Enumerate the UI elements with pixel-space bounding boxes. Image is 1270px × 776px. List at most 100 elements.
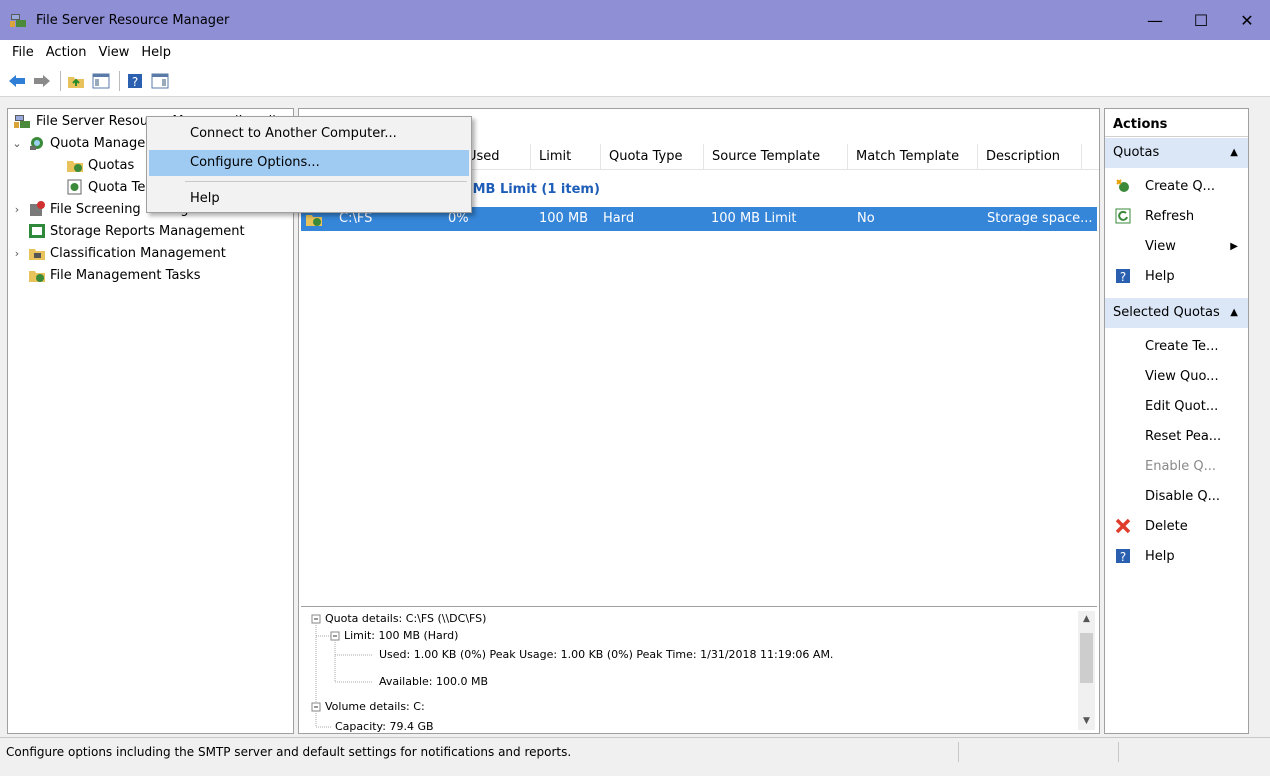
tree-label: Classification Management [50,245,226,261]
help-icon: ? [128,73,142,89]
details-tree-lines [311,614,373,728]
storage-reports-icon [29,224,45,238]
action-edit-quota[interactable]: Edit Quot... [1105,391,1248,421]
window-title: File Server Resource Manager [36,12,230,28]
tree-item-classification[interactable]: › Classification Management [10,242,226,264]
tree-label: File Management Tasks [50,267,201,283]
scroll-thumb[interactable] [1080,633,1093,683]
action-view[interactable]: View ▶ [1105,231,1248,261]
action-label: Create Te... [1145,338,1219,354]
menu-action[interactable]: Action [40,45,93,60]
title-bar: File Server Resource Manager — ☐ ✕ [0,0,1270,40]
classification-icon [29,249,45,260]
console-tree-icon [92,73,110,88]
details-scrollbar[interactable]: ▲ ▼ [1078,611,1095,730]
collapse-triangle-icon[interactable]: ▲ [1230,298,1238,328]
forward-button[interactable] [31,70,53,92]
action-reset-peak[interactable]: Reset Pea... [1105,421,1248,451]
collapse-triangle-icon[interactable]: ▲ [1230,138,1238,168]
action-label: Help [1145,548,1175,564]
action-label: Refresh [1145,208,1195,224]
menu-file[interactable]: File [6,45,40,60]
svg-text:?: ? [1120,270,1126,284]
menu-help[interactable]: Help [135,45,177,60]
detail-line: Capacity: 79.4 GB [335,720,434,733]
action-create-quota[interactable]: Create Q... [1105,171,1248,201]
context-menu: Connect to Another Computer... Configure… [146,116,472,213]
submenu-arrow-icon: ▶ [1230,240,1238,252]
tree-label: Storage Reports Management [50,223,245,239]
action-disable-quota[interactable]: Disable Q... [1105,481,1248,511]
action-enable-quota: Enable Q... [1105,451,1248,481]
action-delete[interactable]: Delete [1105,511,1248,541]
folder-up-icon [68,76,84,88]
menu-item-connect[interactable]: Connect to Another Computer... [149,121,469,147]
svg-text:?: ? [1120,550,1126,564]
collapse-chevron-icon[interactable]: ⌄ [10,137,24,150]
column-limit[interactable]: Limit [531,144,601,170]
menu-item-help[interactable]: Help [149,186,469,212]
file-screening-icon [30,201,45,216]
action-view-quota[interactable]: View Quo... [1105,361,1248,391]
cell-match-template: No [857,211,875,226]
actions-section-quotas[interactable]: Quotas ▲ [1105,138,1248,168]
action-create-template[interactable]: Create Te... [1105,331,1248,361]
column-source-template[interactable]: Source Template [704,144,848,170]
quotas-folder-icon [67,161,83,172]
back-arrow-icon [9,74,25,87]
column-description[interactable]: Description [978,144,1082,170]
cell-description: Storage space... [987,211,1093,226]
detail-line: Volume details: C: [325,700,425,713]
toolbar-separator [60,70,61,91]
action-pane-icon [151,73,169,88]
toolbar: ? [0,65,1270,97]
column-quota-type[interactable]: Quota Type [601,144,704,170]
menu-separator [185,181,467,182]
up-folder-button[interactable] [65,70,87,92]
forward-arrow-icon [34,74,50,87]
action-pane-button[interactable] [149,70,171,92]
show-hide-tree-button[interactable] [90,70,112,92]
tree-item-file-management-tasks[interactable]: File Management Tasks [24,264,200,286]
action-label: Help [1145,268,1175,284]
delete-x-icon [1115,518,1131,534]
actions-section-selected-quotas[interactable]: Selected Quotas ▲ [1105,298,1248,328]
actions-header: Actions [1105,113,1248,137]
maximize-button[interactable]: ☐ [1178,0,1224,40]
detail-line: Limit: 100 MB (Hard) [344,629,459,642]
help-toolbar-button[interactable]: ? [124,70,146,92]
quota-management-icon [30,137,43,150]
scroll-down-icon[interactable]: ▼ [1078,713,1095,730]
column-match-template[interactable]: Match Template [848,144,978,170]
menu-view[interactable]: View [92,45,135,60]
menu-bar: File Action View Help [0,40,1270,65]
file-tasks-icon [29,271,45,282]
tree-item-quotas[interactable]: Quotas [62,154,134,176]
action-label: Disable Q... [1145,488,1220,504]
status-separator [958,742,959,762]
menu-item-configure-options[interactable]: Configure Options... [149,150,469,176]
server-icon [14,115,30,128]
action-help[interactable]: ? Help [1105,261,1248,291]
quota-details-pane: Quota details: C:\FS (\\DC\FS) Limit: 10… [301,606,1097,733]
action-label: Reset Pea... [1145,428,1222,444]
expand-chevron-icon[interactable]: › [10,203,24,216]
group-header[interactable]: 0 MB Limit (1 item) [459,182,600,197]
detail-line: Used: 1.00 KB (0%) Peak Usage: 1.00 KB (… [379,648,834,661]
status-bar: Configure options including the SMTP ser… [0,737,1270,765]
expand-chevron-icon[interactable]: › [10,247,24,260]
detail-line: Available: 100.0 MB [379,675,489,688]
action-label: Delete [1145,518,1188,534]
back-button[interactable] [6,70,28,92]
minimize-button[interactable]: — [1132,0,1178,40]
action-label: View [1145,238,1176,254]
action-help-selected[interactable]: ? Help [1105,541,1248,571]
cell-quota-type: Hard [603,211,635,226]
tree-item-storage-reports[interactable]: Storage Reports Management [24,220,245,242]
scroll-up-icon[interactable]: ▲ [1078,611,1095,628]
action-refresh[interactable]: Refresh [1105,201,1248,231]
section-label: Quotas [1113,145,1160,160]
quota-folder-icon [306,215,322,226]
close-button[interactable]: ✕ [1224,0,1270,40]
status-text: Configure options including the SMTP ser… [6,744,572,759]
